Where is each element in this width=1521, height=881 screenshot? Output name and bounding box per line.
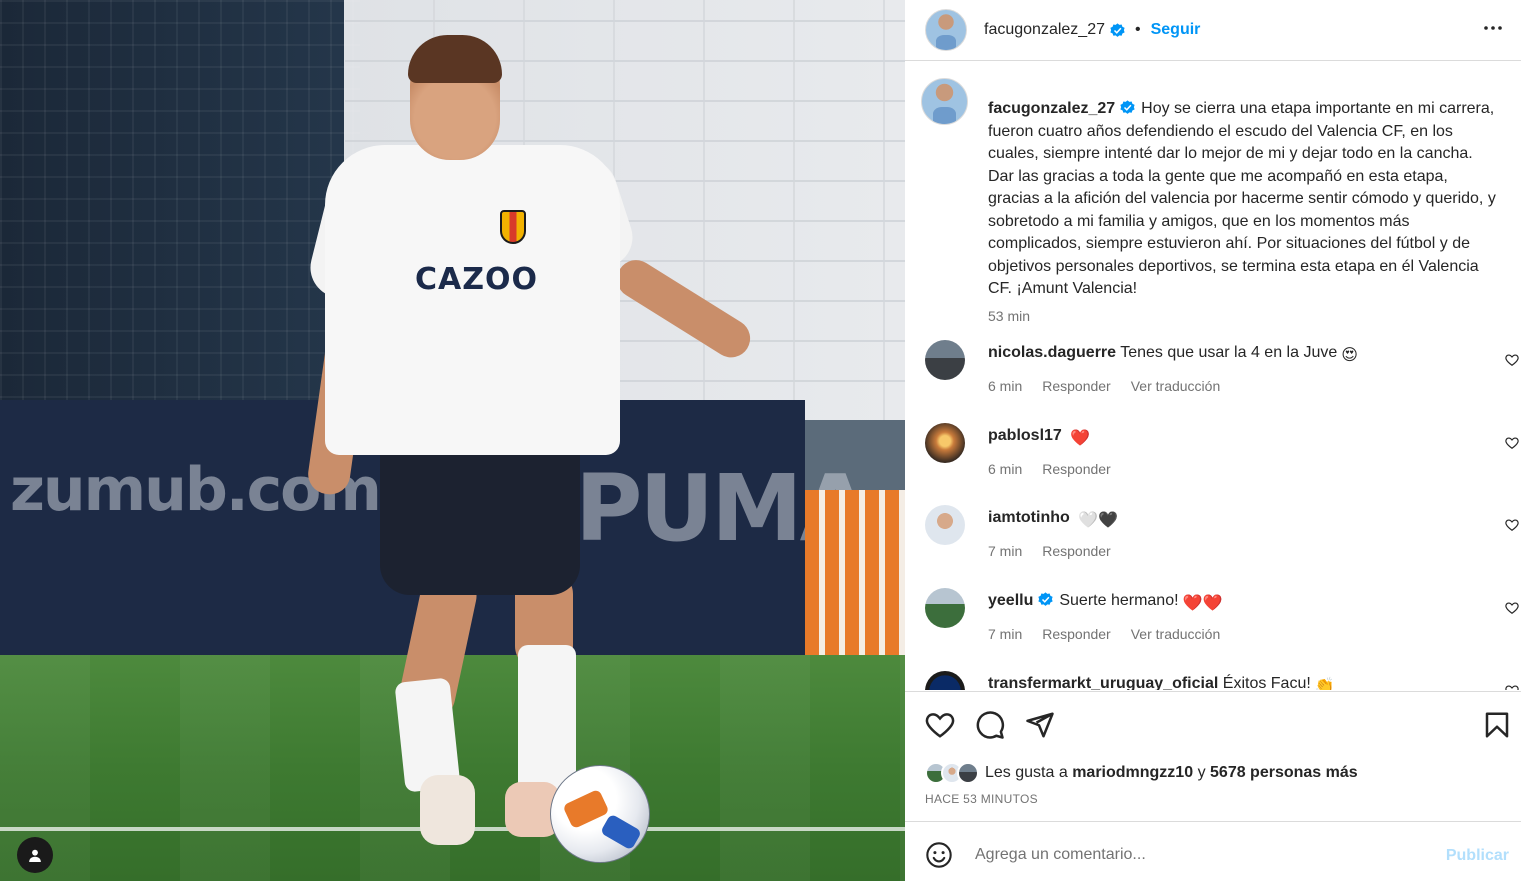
- commenter-username[interactable]: yeellu: [988, 592, 1033, 609]
- comment-time: 7 min: [988, 626, 1023, 642]
- comment-text: Éxitos Facu!: [1222, 675, 1311, 690]
- follow-button[interactable]: Seguir: [1151, 21, 1201, 39]
- player-sock-right: [518, 645, 576, 795]
- comment-time: 7 min: [988, 543, 1023, 559]
- emoji-icon[interactable]: [925, 841, 953, 869]
- reply-button[interactable]: Responder: [1042, 626, 1111, 642]
- publish-button[interactable]: Publicar: [1446, 847, 1509, 865]
- reply-button[interactable]: Responder: [1042, 543, 1111, 559]
- player-shirt: [325, 145, 620, 455]
- commenter-avatar[interactable]: [925, 340, 965, 380]
- caption-username[interactable]: facugonzalez_27: [988, 100, 1115, 117]
- comment-emoji: ❤️: [1070, 430, 1091, 447]
- likes-others-link[interactable]: 5678 personas más: [1210, 764, 1358, 782]
- likes-joiner: y: [1197, 764, 1206, 781]
- comment-emoji: 😍: [1341, 347, 1358, 364]
- comment-time: 6 min: [988, 378, 1023, 394]
- commenter-avatar[interactable]: [925, 671, 965, 690]
- comment-line: pablosl17 ❤️: [988, 425, 1468, 450]
- liker-avatar: [957, 762, 979, 784]
- photo-player: CAZOO: [300, 30, 800, 860]
- comment-input[interactable]: [975, 840, 1415, 870]
- comment-icon[interactable]: [975, 710, 1005, 740]
- comment-line: iamtotinho 🤍🖤: [988, 507, 1468, 532]
- bookmark-icon[interactable]: [1482, 710, 1512, 740]
- reply-button[interactable]: Responder: [1042, 461, 1111, 477]
- commenter-username[interactable]: iamtotinho: [988, 509, 1070, 526]
- comments-scroll-area[interactable]: facugonzalez_27 Hoy se cierra una etapa …: [905, 62, 1521, 690]
- liker-avatars[interactable]: [925, 762, 979, 784]
- likes-summary: Les gusta a mariodmngzz10 y 5678 persona…: [925, 762, 1358, 784]
- post-actions: Les gusta a mariodmngzz10 y 5678 persona…: [905, 691, 1521, 821]
- comment-text: Suerte hermano!: [1059, 592, 1179, 609]
- photo-ball: [550, 765, 650, 863]
- commenter-avatar[interactable]: [925, 423, 965, 463]
- translate-button[interactable]: Ver traducción: [1131, 626, 1221, 642]
- commenter-username[interactable]: nicolas.daguerre: [988, 344, 1116, 361]
- post-timestamp: HACE 53 MINUTOS: [925, 792, 1038, 806]
- comment-item: transfermarkt_uruguay_oficial Éxitos Fac…: [921, 669, 1519, 690]
- comment-meta: 7 min Responder: [988, 543, 1111, 559]
- comment-meta: 6 min Responder Ver traducción: [988, 378, 1220, 394]
- translate-button[interactable]: Ver traducción: [1131, 378, 1221, 394]
- post-photo[interactable]: zumub.com PUMA CAZOO: [0, 0, 905, 881]
- comment-meta: 6 min Responder: [988, 461, 1111, 477]
- comment-time: 6 min: [988, 461, 1023, 477]
- caption-body: Hoy se cierra una etapa importante en mi…: [988, 100, 1496, 297]
- header-separator: •: [1134, 21, 1141, 38]
- caption-avatar[interactable]: [921, 78, 968, 125]
- author-avatar[interactable]: [925, 9, 967, 51]
- verified-badge-icon: [1110, 22, 1125, 37]
- comment-line: yeellu Suerte hermano! ❤️❤️: [988, 590, 1468, 615]
- comment-text: Tenes que usar la 4 en la Juve: [1120, 344, 1338, 361]
- comment-item: nicolas.daguerre Tenes que usar la 4 en …: [921, 338, 1519, 408]
- like-comment-heart-icon[interactable]: [1505, 601, 1519, 615]
- comment-item: yeellu Suerte hermano! ❤️❤️ 7 min Respond…: [921, 586, 1519, 656]
- comment-emoji: ❤️❤️: [1182, 595, 1223, 612]
- like-comment-heart-icon[interactable]: [1505, 518, 1519, 532]
- player-shorts: [380, 435, 580, 595]
- likes-prefix: Les gusta a: [985, 764, 1068, 781]
- comment-line: nicolas.daguerre Tenes que usar la 4 en …: [988, 342, 1468, 367]
- like-comment-heart-icon[interactable]: [1505, 436, 1519, 450]
- verified-badge-icon: [1038, 592, 1053, 606]
- tagged-user-button[interactable]: [17, 837, 53, 873]
- player-boot-left: [420, 775, 475, 845]
- more-options-icon[interactable]: [1481, 16, 1505, 40]
- post-header: facugonzalez_27 • Seguir: [905, 0, 1521, 61]
- post-details-panel: facugonzalez_27 • Seguir facugonzalez_27…: [905, 0, 1521, 881]
- comment-item: iamtotinho 🤍🖤 7 min Responder: [921, 503, 1519, 573]
- shirt-sponsor: CAZOO: [415, 262, 538, 297]
- photo-barrier: [805, 490, 905, 655]
- tagged-user-icon: [29, 849, 41, 862]
- commenter-username[interactable]: transfermarkt_uruguay_oficial: [988, 675, 1218, 690]
- commenter-avatar[interactable]: [925, 588, 965, 628]
- verified-badge-icon: [1120, 100, 1135, 114]
- likes-user-link[interactable]: mariodmngzz10: [1072, 764, 1193, 782]
- commenter-avatar[interactable]: [925, 505, 965, 545]
- comment-emoji: 👏: [1314, 678, 1335, 690]
- caption-time: 53 min: [988, 308, 1031, 324]
- comment-item: pablosl17 ❤️ 6 min Responder: [921, 421, 1519, 491]
- share-icon[interactable]: [1025, 710, 1055, 740]
- reply-button[interactable]: Responder: [1042, 378, 1111, 394]
- comment-meta: 7 min Responder Ver traducción: [988, 626, 1220, 642]
- player-arm-right: [609, 252, 758, 365]
- caption-text: facugonzalez_27 Hoy se cierra una etapa …: [988, 98, 1502, 301]
- player-hair: [408, 35, 502, 83]
- commenter-username[interactable]: pablosl17: [988, 427, 1062, 444]
- comment-composer: Publicar: [905, 821, 1521, 881]
- heart-icon[interactable]: [925, 710, 955, 740]
- like-comment-heart-icon[interactable]: [1505, 684, 1519, 690]
- author-username[interactable]: facugonzalez_27: [984, 21, 1105, 39]
- like-comment-heart-icon[interactable]: [1505, 353, 1519, 367]
- comment-line: transfermarkt_uruguay_oficial Éxitos Fac…: [988, 673, 1468, 690]
- comment-emoji: 🤍🖤: [1078, 512, 1119, 529]
- club-crest: [500, 210, 526, 244]
